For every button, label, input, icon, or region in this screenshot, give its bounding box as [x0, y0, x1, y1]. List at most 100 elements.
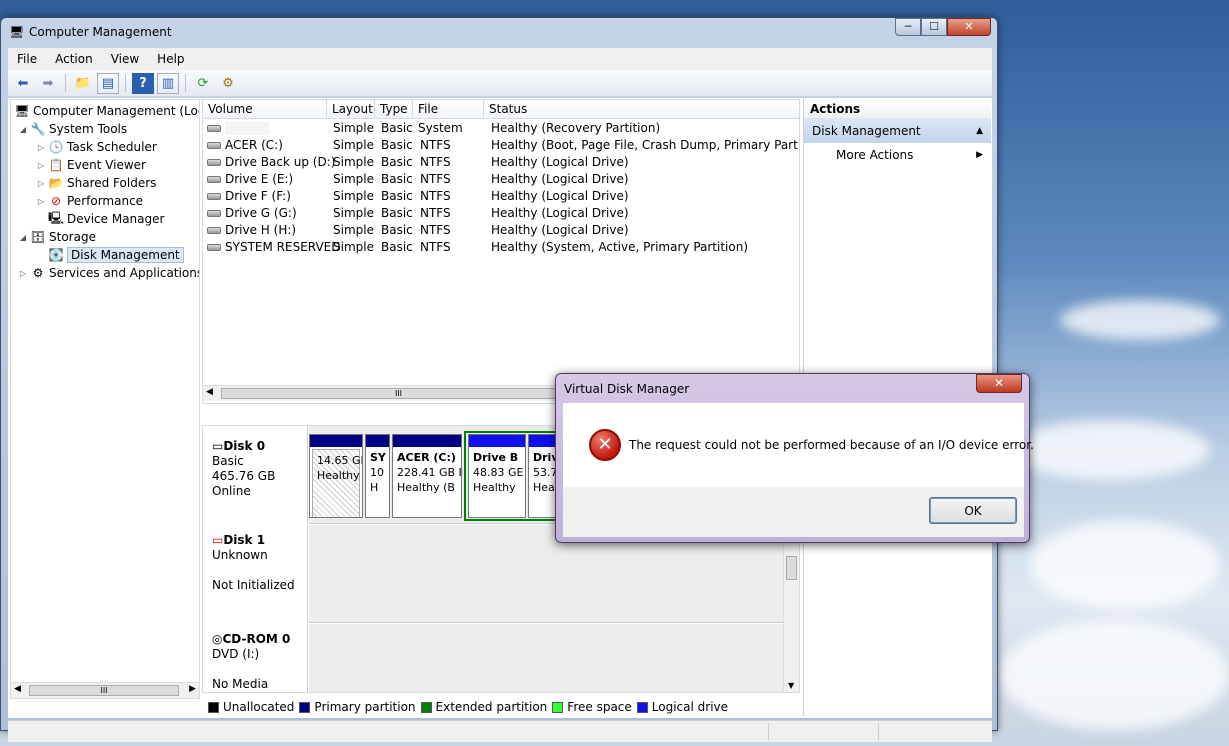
properties-icon[interactable]: ⚙	[217, 73, 239, 94]
layout-cell: Simple	[333, 240, 374, 254]
tree-item-shared-folders[interactable]: ▷ 📂 Shared Folders	[35, 174, 156, 192]
scroll-left-arrow-icon[interactable]: ◀	[206, 387, 213, 397]
table-row[interactable]: Drive Back up (D:) Simple Basic NTFS Hea…	[203, 154, 799, 171]
tree-item-storage[interactable]: ◢ 🗄 Storage	[17, 228, 96, 246]
dialog-message: The request could not be performed becau…	[629, 438, 1034, 452]
cd-rom-0-info[interactable]: ◎CD-ROM 0 DVD (I:) No Media	[203, 624, 308, 692]
cloud	[1030, 520, 1220, 610]
column-header-status[interactable]: Status	[484, 100, 799, 119]
scroll-right-arrow-icon[interactable]: ▶	[189, 684, 196, 694]
partition-size: 10	[370, 466, 384, 479]
legend-swatch	[208, 702, 219, 713]
cd-rom-0-area[interactable]	[309, 624, 799, 692]
menu-file[interactable]: File	[8, 52, 46, 66]
tree-item-label: Device Manager	[67, 212, 165, 226]
dialog-body: ✕ The request could not be performed bec…	[563, 403, 1034, 487]
expand-triangle-icon[interactable]: ▷	[35, 197, 47, 206]
up-folder-icon[interactable]: 📁	[72, 73, 94, 94]
scroll-thumb[interactable]: III	[221, 388, 576, 399]
forward-arrow-icon[interactable]: ➡	[37, 73, 59, 94]
help-icon[interactable]: ?	[132, 72, 154, 94]
menu-help[interactable]: Help	[148, 52, 193, 66]
tree-item-task-scheduler[interactable]: ▷ 🕓 Task Scheduler	[35, 138, 157, 156]
expand-triangle-icon[interactable]: ▷	[35, 179, 47, 188]
expand-triangle-icon[interactable]: ▷	[17, 269, 29, 278]
column-header-layout[interactable]: Layout	[327, 100, 375, 119]
recovery-partition[interactable]: 14.65 GI Healthy	[309, 434, 363, 518]
system-reserved-partition[interactable]: SY 10 H	[365, 434, 390, 518]
menu-action[interactable]: Action	[46, 52, 102, 66]
partition-size: 14.65 GI	[317, 454, 363, 467]
menu-view[interactable]: View	[102, 52, 148, 66]
tree-item-services-and-applications[interactable]: ▷ ⚙ Services and Applications	[17, 264, 199, 282]
maximize-button[interactable]: ☐	[921, 18, 947, 36]
volume-list: Volume Layout Type File System Status Si…	[202, 99, 800, 404]
type-cell: Basic	[381, 155, 413, 169]
tree-item-system-tools[interactable]: ◢ 🔧 System Tools	[17, 120, 127, 138]
scroll-left-arrow-icon[interactable]: ◀	[14, 684, 21, 694]
refresh-icon[interactable]: ⟳	[192, 73, 214, 94]
status-cell: Healthy (Recovery Partition)	[491, 121, 661, 135]
ok-button[interactable]: OK	[929, 497, 1017, 524]
collapse-triangle-icon[interactable]: ◢	[17, 125, 29, 134]
drive-icon	[207, 176, 221, 183]
title-bar[interactable]: 🖥 Computer Management ─ ☐ ✕	[1, 18, 997, 46]
actions-section-label: Disk Management	[812, 124, 921, 138]
scroll-thumb[interactable]	[786, 556, 797, 580]
actions-header: Actions	[804, 99, 991, 119]
table-row[interactable]: Drive F (F:) Simple Basic NTFS Healthy (…	[203, 188, 799, 205]
tree-item-performance[interactable]: ▷ ⊘ Performance	[35, 192, 143, 210]
drive-icon	[207, 159, 221, 166]
expand-triangle-icon[interactable]: ▷	[35, 161, 47, 170]
tree-horizontal-scrollbar[interactable]: ◀ III ▶	[11, 682, 199, 698]
toolbar-separator	[125, 74, 126, 92]
collapse-up-icon[interactable]: ▲	[976, 119, 983, 143]
type-cell: Basic	[381, 172, 413, 186]
column-header-volume[interactable]: Volume	[203, 100, 327, 119]
disk-1-info[interactable]: ▭Disk 1 Unknown Not Initialized	[203, 525, 308, 623]
table-row[interactable]: SYSTEM RESERVED Simple Basic NTFS Health…	[203, 239, 799, 256]
table-row[interactable]: Drive H (H:) Simple Basic NTFS Healthy (…	[203, 222, 799, 239]
acer-c-partition[interactable]: ACER (C:) 228.41 GB I Healthy (B	[392, 434, 462, 518]
column-header-type[interactable]: Type	[375, 100, 413, 119]
actions-section-disk-management[interactable]: Disk Management ▲	[804, 119, 991, 143]
minimize-button[interactable]: ─	[895, 18, 921, 36]
submenu-arrow-icon: ▶	[976, 150, 983, 160]
layout-cell: Simple	[333, 155, 374, 169]
collapse-triangle-icon[interactable]: ◢	[17, 233, 29, 242]
cloud	[1000, 620, 1229, 730]
drive-back-up-partition[interactable]: Drive B 48.83 GE Healthy	[468, 434, 526, 518]
type-cell: Basic	[381, 223, 413, 237]
volume-cell	[207, 120, 269, 137]
partition-size: 228.41 GB I	[397, 466, 462, 479]
dialog-close-button[interactable]: ✕	[976, 374, 1022, 393]
dialog-title: Virtual Disk Manager	[564, 382, 690, 396]
volume-cell: Drive H (H:)	[207, 222, 296, 239]
show-hide-action-pane-icon[interactable]: ▥	[157, 72, 179, 94]
close-button[interactable]: ✕	[947, 18, 991, 36]
status-bar	[8, 720, 992, 742]
scroll-down-arrow-icon[interactable]: ▼	[788, 681, 794, 690]
tools-icon: 🔧	[30, 122, 46, 136]
file-system-cell: NTFS	[420, 223, 451, 237]
disk-name: Disk 1	[223, 533, 266, 547]
table-row[interactable]: Simple Basic Healthy (Recovery Partition…	[203, 120, 799, 137]
scroll-thumb[interactable]: III	[29, 685, 179, 696]
column-header-file-system[interactable]: File System	[413, 100, 484, 135]
disk-0-info[interactable]: ▭Disk 0 Basic 465.76 GB Online	[203, 426, 308, 524]
disk-type: Basic	[212, 454, 244, 468]
table-row[interactable]: Drive E (E:) Simple Basic NTFS Healthy (…	[203, 171, 799, 188]
status-cell: Healthy (Logical Drive)	[491, 189, 629, 203]
table-row[interactable]: ACER (C:) Simple Basic NTFS Healthy (Boo…	[203, 137, 799, 154]
show-hide-tree-icon[interactable]: ▤	[97, 72, 119, 94]
tree-item-disk-management[interactable]: 💽 Disk Management	[47, 246, 184, 264]
tree-item-computer-management[interactable]: 🖥 Computer Management (Local	[13, 102, 199, 120]
more-actions-item[interactable]: More Actions ▶	[804, 143, 991, 167]
expand-triangle-icon[interactable]: ▷	[35, 143, 47, 152]
back-arrow-icon[interactable]: ⬅	[12, 73, 34, 94]
layout-cell: Simple	[333, 121, 374, 135]
services-icon: ⚙	[32, 266, 44, 280]
tree-item-event-viewer[interactable]: ▷ 📋 Event Viewer	[35, 156, 146, 174]
table-row[interactable]: Drive G (G:) Simple Basic NTFS Healthy (…	[203, 205, 799, 222]
tree-item-device-manager[interactable]: 🖳 Device Manager	[47, 210, 164, 228]
